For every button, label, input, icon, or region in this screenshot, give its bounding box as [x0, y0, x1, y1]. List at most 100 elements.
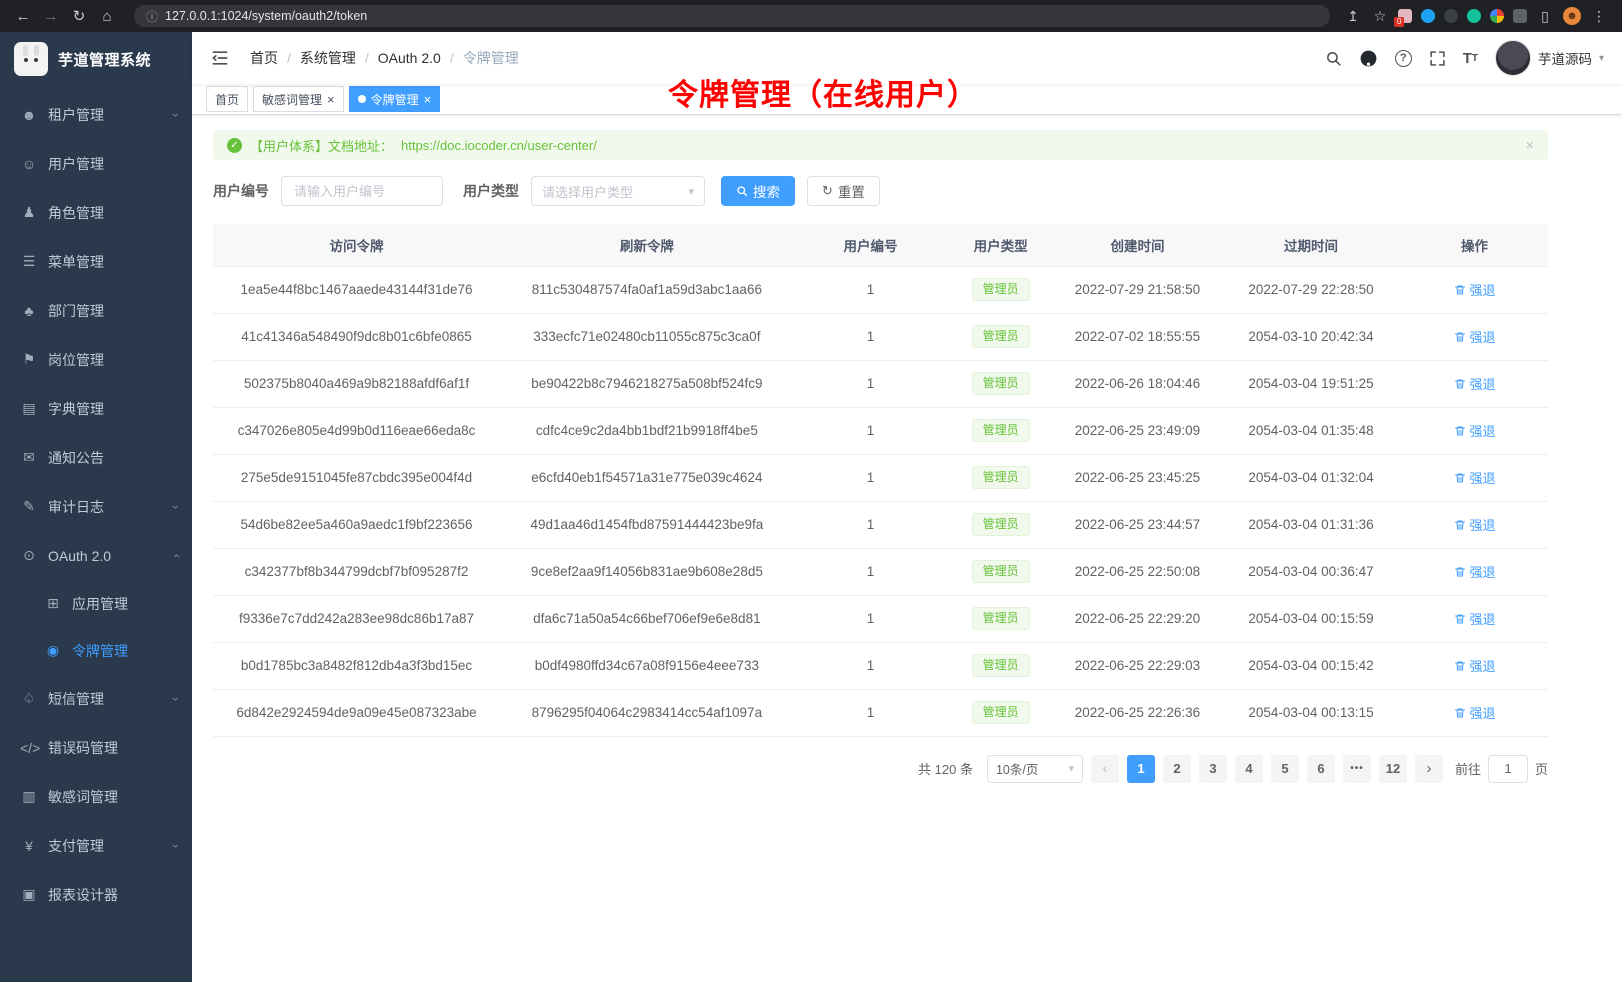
- app-logo[interactable]: 芋道管理系统: [0, 32, 192, 86]
- tab-close-icon[interactable]: ×: [327, 93, 335, 106]
- user-type-select[interactable]: 请选择用户类型 ▾: [531, 176, 705, 206]
- extensions-puzzle-icon[interactable]: [1513, 9, 1527, 23]
- page-content: ✓ 【用户体系】文档地址： https://doc.iocoder.cn/use…: [192, 115, 1622, 783]
- page-button[interactable]: 1: [1127, 755, 1155, 783]
- site-info-icon[interactable]: ⓘ: [146, 8, 158, 25]
- next-page-icon[interactable]: ›: [1415, 755, 1443, 783]
- sidebar-item-token[interactable]: ◉ 令牌管理: [0, 627, 192, 674]
- extension-icon-3[interactable]: [1444, 9, 1458, 23]
- created-time-cell: 2022-06-25 23:49:09: [1054, 407, 1221, 454]
- address-bar[interactable]: ⓘ 127.0.0.1:1024/system/oauth2/token: [134, 5, 1330, 27]
- user-type-badge: 管理员: [972, 372, 1030, 395]
- breadcrumb: 首页/系统管理/OAuth 2.0/令牌管理: [250, 48, 519, 68]
- tags-view-bar: 首页 敏感词管理 × 令牌管理 ×: [192, 84, 1622, 115]
- page-more-button[interactable]: •••: [1343, 755, 1371, 783]
- chevron-icon: ›: [169, 113, 183, 117]
- action-cell: 强退: [1401, 360, 1548, 407]
- sidebar-item-dept[interactable]: ♣ 部门管理: [0, 286, 192, 335]
- fullscreen-icon[interactable]: [1429, 50, 1446, 67]
- sidebar-item-tenant[interactable]: ☻ 租户管理 ›: [0, 90, 192, 139]
- github-icon[interactable]: [1359, 49, 1378, 68]
- created-time-cell: 2022-06-25 23:45:25: [1054, 454, 1221, 501]
- reset-button[interactable]: ↻ 重置: [807, 176, 880, 206]
- page-button[interactable]: 4: [1235, 755, 1263, 783]
- page-button[interactable]: 2: [1163, 755, 1191, 783]
- sidebar-item-log[interactable]: ✎ 审计日志 ›: [0, 482, 192, 531]
- page-size-select[interactable]: 10条/页 ▾: [987, 755, 1083, 783]
- help-icon[interactable]: ?: [1395, 50, 1412, 67]
- bookmark-star-icon[interactable]: ☆: [1371, 8, 1389, 25]
- browser-profile-avatar[interactable]: ☻: [1563, 7, 1581, 25]
- breadcrumb-item[interactable]: 首页: [250, 48, 278, 68]
- user-id-input[interactable]: [281, 176, 443, 206]
- sidebar-item-role[interactable]: ♟ 角色管理: [0, 188, 192, 237]
- user-id-cell: 1: [794, 642, 948, 689]
- extension-icon-4[interactable]: [1467, 9, 1481, 23]
- sidebar-item-post[interactable]: ⚑ 岗位管理: [0, 335, 192, 384]
- doc-link[interactable]: https://doc.iocoder.cn/user-center/: [401, 138, 597, 153]
- table-row: f9336e7c7dd242a283ee98dc86b17a87 dfa6c71…: [213, 595, 1548, 642]
- sidebar-item-report[interactable]: ▣ 报表设计器: [0, 870, 192, 919]
- font-size-icon[interactable]: TT: [1463, 50, 1478, 67]
- browser-home-icon[interactable]: ⌂: [94, 3, 120, 29]
- sidebar-item-menu[interactable]: ☰ 菜单管理: [0, 237, 192, 286]
- breadcrumb-item[interactable]: 系统管理: [300, 48, 356, 68]
- kick-out-button[interactable]: 强退: [1454, 515, 1496, 534]
- sidebar-item-dict[interactable]: ▤ 字典管理: [0, 384, 192, 433]
- tab-close-icon[interactable]: ×: [424, 93, 432, 106]
- browser-back-icon[interactable]: ←: [10, 3, 36, 29]
- refresh-token-cell: dfa6c71a50a54c66bef706ef9e6e8d81: [500, 595, 794, 642]
- alert-close-icon[interactable]: ×: [1525, 137, 1534, 154]
- user-id-cell: 1: [794, 313, 948, 360]
- breadcrumb-item[interactable]: OAuth 2.0: [378, 50, 441, 66]
- prev-page-icon[interactable]: ‹: [1091, 755, 1119, 783]
- sidebar-item-user[interactable]: ☺ 用户管理: [0, 139, 192, 188]
- browser-reload-icon[interactable]: ↻: [66, 3, 92, 29]
- sidebar-item-errcode[interactable]: </> 错误码管理: [0, 723, 192, 772]
- user-type-cell: 管理员: [947, 407, 1054, 454]
- refresh-token-cell: 8796295f04064c2983414cc54af1097a: [500, 689, 794, 736]
- search-icon[interactable]: [1325, 50, 1342, 67]
- share-icon[interactable]: ↥: [1344, 8, 1362, 25]
- column-header: 操作: [1401, 224, 1548, 266]
- page-button[interactable]: 5: [1271, 755, 1299, 783]
- side-panel-icon[interactable]: ▯: [1536, 8, 1554, 25]
- kick-out-button[interactable]: 强退: [1454, 280, 1496, 299]
- sidebar-toggle-hamburger-icon[interactable]: [210, 47, 232, 69]
- kick-out-button[interactable]: 强退: [1454, 468, 1496, 487]
- user-type-badge: 管理员: [972, 701, 1030, 724]
- search-button[interactable]: 搜索: [721, 176, 795, 206]
- kick-out-button[interactable]: 强退: [1454, 562, 1496, 581]
- user-name: 芋道源码: [1538, 48, 1592, 68]
- sidebar-item-sensitive[interactable]: ▥ 敏感词管理: [0, 772, 192, 821]
- extension-icon-5[interactable]: [1490, 9, 1504, 23]
- kick-out-button[interactable]: 强退: [1454, 374, 1496, 393]
- sidebar-item-app[interactable]: ⊞ 应用管理: [0, 580, 192, 627]
- browser-menu-kebab-icon[interactable]: ⋮: [1590, 8, 1608, 25]
- kick-out-button[interactable]: 强退: [1454, 609, 1496, 628]
- role-icon: ♟: [20, 204, 38, 221]
- tab[interactable]: 首页: [206, 86, 248, 112]
- goto-page-input[interactable]: [1488, 755, 1528, 783]
- table-header-row: 访问令牌刷新令牌用户编号用户类型创建时间过期时间操作: [213, 224, 1548, 266]
- user-menu[interactable]: 芋道源码 ▾: [1495, 40, 1604, 76]
- browser-forward-icon[interactable]: →: [38, 3, 64, 29]
- page-button[interactable]: 6: [1307, 755, 1335, 783]
- sidebar-item-oauth[interactable]: ⊙ OAuth 2.0 ›: [0, 531, 192, 580]
- kick-out-button[interactable]: 强退: [1454, 703, 1496, 722]
- page-button[interactable]: 3: [1199, 755, 1227, 783]
- sidebar-item-pay[interactable]: ¥ 支付管理 ›: [0, 821, 192, 870]
- sidebar-item-sms[interactable]: ♤ 短信管理 ›: [0, 674, 192, 723]
- tab[interactable]: 令牌管理 ×: [349, 86, 441, 112]
- user-id-cell: 1: [794, 407, 948, 454]
- navbar-actions: ? TT 芋道源码 ▾: [1325, 40, 1604, 76]
- kick-out-button[interactable]: 强退: [1454, 327, 1496, 346]
- tenant-icon: ☻: [20, 107, 38, 123]
- sidebar-item-notice[interactable]: ✉ 通知公告: [0, 433, 192, 482]
- kick-out-button[interactable]: 强退: [1454, 656, 1496, 675]
- extension-icon-2[interactable]: [1421, 9, 1435, 23]
- kick-out-button[interactable]: 强退: [1454, 421, 1496, 440]
- page-button[interactable]: 12: [1379, 755, 1407, 783]
- tab[interactable]: 敏感词管理 ×: [253, 86, 344, 112]
- extension-icon-1[interactable]: 0: [1398, 9, 1412, 23]
